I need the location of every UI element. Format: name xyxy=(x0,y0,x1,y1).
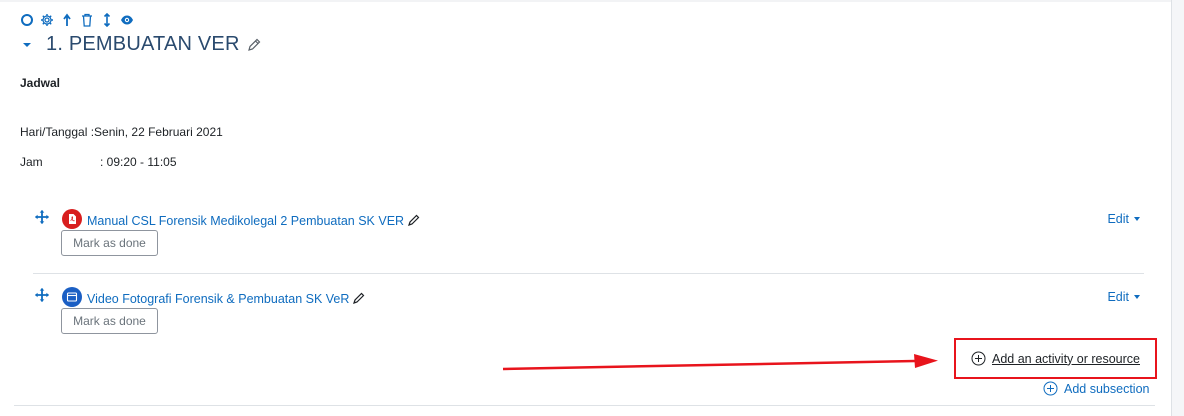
caret-down-icon xyxy=(1134,295,1140,299)
add-subsection-label: Add subsection xyxy=(1064,381,1150,396)
summary-heading: Jadwal xyxy=(20,76,61,90)
add-activity-label: Add an activity or resource xyxy=(992,351,1140,366)
top-border xyxy=(0,0,1171,2)
delete-icon[interactable] xyxy=(80,12,94,28)
mark-as-done-button[interactable]: Mark as done xyxy=(61,308,158,334)
drag-handle-icon[interactable] xyxy=(35,288,49,302)
section-title: 1. PEMBUATAN VER xyxy=(46,33,240,55)
edit-menu-button[interactable]: Edit xyxy=(1107,290,1140,304)
edit-title-pencil-icon[interactable] xyxy=(246,37,262,53)
add-activity-button[interactable]: Add an activity or resource xyxy=(954,338,1157,379)
visibility-icon[interactable] xyxy=(120,12,134,28)
section-bottom-divider xyxy=(14,405,1155,406)
pdf-file-icon xyxy=(62,209,82,229)
activity-link[interactable]: Manual CSL Forensik Medikolegal 2 Pembua… xyxy=(87,213,421,228)
summary-date-line: Hari/Tanggal :Senin, 22 Februari 2021 xyxy=(20,125,223,139)
add-circle-icon xyxy=(1043,381,1058,396)
section-toolbar xyxy=(20,12,134,28)
edit-title-pencil-icon[interactable] xyxy=(352,291,366,305)
edit-title-pencil-icon[interactable] xyxy=(407,213,421,227)
summary-time-line: Jam : 09:20 - 11:05 xyxy=(20,155,177,169)
add-circle-icon xyxy=(971,351,986,366)
section-header: 1. PEMBUATAN VER xyxy=(20,33,262,56)
highlight-icon[interactable] xyxy=(20,12,34,28)
activity-title: Video Fotografi Forensik & Pembuatan SK … xyxy=(87,292,350,306)
edit-label: Edit xyxy=(1107,290,1129,304)
mark-as-done-button[interactable]: Mark as done xyxy=(61,230,158,256)
activity-link[interactable]: Video Fotografi Forensik & Pembuatan SK … xyxy=(87,291,366,306)
caret-down-icon xyxy=(1134,217,1140,221)
edit-label: Edit xyxy=(1107,212,1129,226)
edit-menu-button[interactable]: Edit xyxy=(1107,212,1140,226)
page-gutter xyxy=(1172,0,1184,416)
time-value: : 09:20 - 11:05 xyxy=(100,155,177,169)
drag-handle-icon[interactable] xyxy=(35,210,49,224)
settings-icon[interactable] xyxy=(40,12,54,28)
move-up-icon[interactable] xyxy=(60,12,74,28)
add-subsection-button[interactable]: Add subsection xyxy=(1043,381,1149,396)
activity-title: Manual CSL Forensik Medikolegal 2 Pembua… xyxy=(87,214,405,228)
activity-divider xyxy=(33,273,1144,274)
move-icon[interactable] xyxy=(100,12,114,28)
time-label: Jam xyxy=(20,155,43,169)
video-page-icon xyxy=(62,287,82,307)
collapse-chevron-icon[interactable] xyxy=(20,38,34,52)
